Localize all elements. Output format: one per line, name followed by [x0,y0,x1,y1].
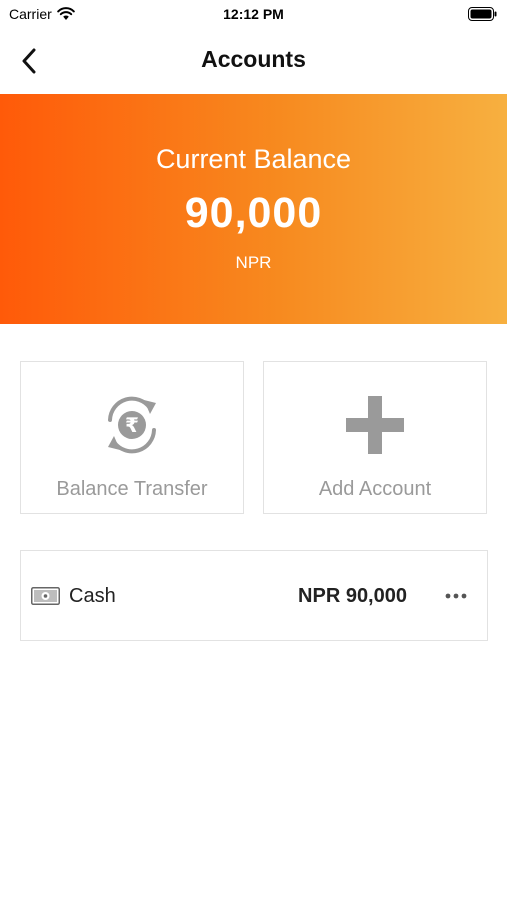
add-account-button[interactable]: Add Account [263,361,487,514]
svg-text:₹: ₹ [125,413,139,437]
status-time: 12:12 PM [223,6,284,22]
more-options-button[interactable] [443,583,469,609]
balance-banner: Current Balance 90,000 NPR [0,94,507,324]
status-bar: Carrier 12:12 PM [0,0,507,28]
account-name: Cash [69,585,116,607]
account-row-cash[interactable]: Cash NPR 90,000 [20,550,488,641]
balance-currency: NPR [235,253,272,272]
balance-transfer-button[interactable]: ₹ Balance Transfer [20,361,244,514]
plus-icon [346,396,404,454]
nav-bar: Accounts [0,28,507,94]
balance-label: Current Balance [155,144,352,174]
cash-icon [31,587,60,605]
account-balance: NPR 90,000 [298,585,407,607]
balance-transfer-label: Balance Transfer [56,478,208,500]
balance-amount: 90,000 [184,189,323,237]
add-account-label: Add Account [318,478,432,500]
page-title: Accounts [201,46,306,72]
battery-icon [468,7,497,21]
rupee-transfer-icon: ₹ [108,396,156,454]
more-horizontal-icon [445,593,467,599]
